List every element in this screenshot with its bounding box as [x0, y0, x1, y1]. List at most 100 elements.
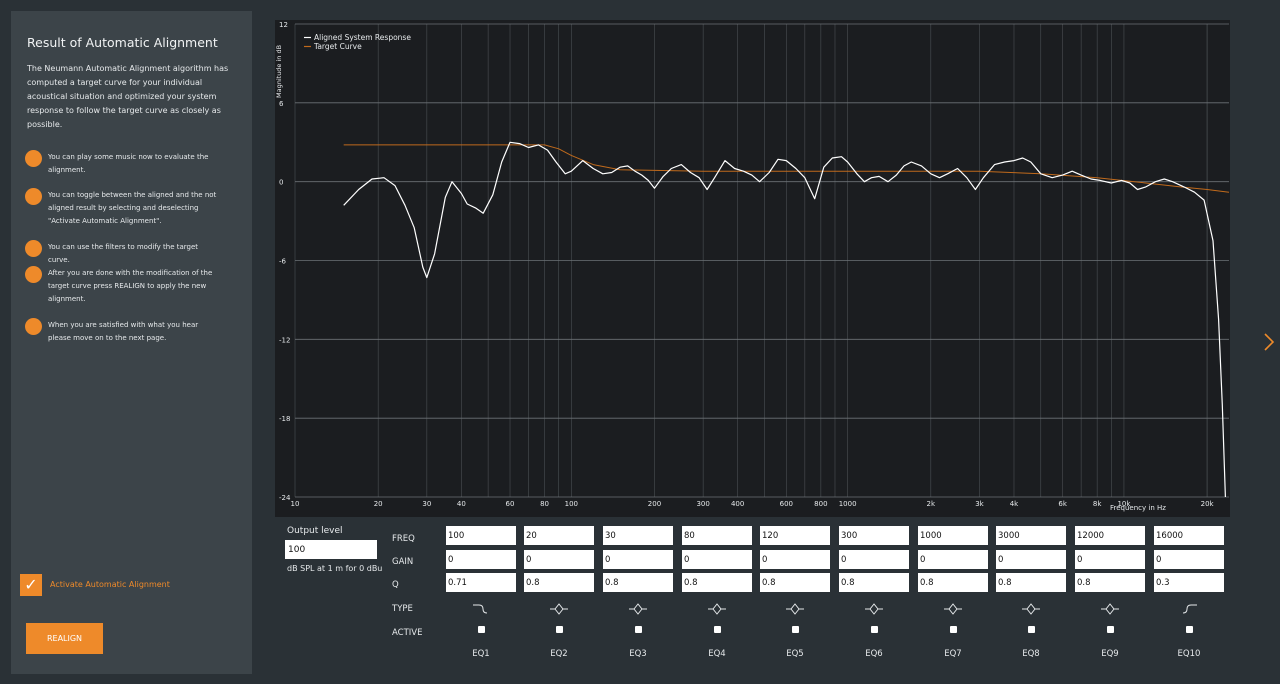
eq-freq-input[interactable]	[446, 526, 516, 545]
eq-q-input[interactable]	[446, 573, 516, 592]
eq-q-input[interactable]	[682, 573, 752, 592]
tip-text: You can toggle between the aligned and t…	[48, 191, 217, 225]
eq-q-input[interactable]	[524, 573, 594, 592]
eq-gain-input[interactable]	[446, 550, 516, 569]
x-tick-label: 400	[731, 500, 744, 508]
y-tick-label: 6	[279, 100, 284, 108]
eq-active-checkbox[interactable]	[478, 626, 485, 633]
eq-q-input[interactable]	[996, 573, 1066, 592]
peak-icon[interactable]	[864, 602, 884, 616]
sidebar-description: The Neumann Automatic Alignment algorith…	[27, 64, 229, 129]
eq-q-input[interactable]	[1075, 573, 1145, 592]
eq-band-name: EQ5	[786, 649, 804, 659]
low-shelf-icon[interactable]	[471, 602, 491, 616]
eq-gain-input[interactable]	[682, 550, 752, 569]
eq-gain-input[interactable]	[1075, 550, 1145, 569]
eq-band-name: EQ9	[1101, 649, 1119, 659]
x-tick-label: 8k	[1093, 500, 1102, 508]
eq-active-checkbox[interactable]	[1186, 626, 1193, 633]
eq-gain-input[interactable]	[760, 550, 830, 569]
eq-q-input[interactable]	[918, 573, 988, 592]
eq-q-input[interactable]	[839, 573, 909, 592]
sidebar-title: Result of Automatic Alignment	[27, 35, 218, 50]
output-level-label: Output level	[287, 526, 343, 536]
x-tick-label: 2k	[927, 500, 936, 508]
orange-bullet-icon	[25, 318, 42, 335]
peak-icon[interactable]	[628, 602, 648, 616]
orange-bullet-icon	[25, 240, 42, 257]
x-tick-label: 300	[696, 500, 709, 508]
output-level-input[interactable]	[285, 540, 377, 559]
type-row-label: TYPE	[392, 604, 413, 614]
eq-gain-input[interactable]	[918, 550, 988, 569]
eq-active-checkbox[interactable]	[950, 626, 957, 633]
eq-band-10: EQ10	[1154, 526, 1224, 666]
x-tick-label: 200	[648, 500, 661, 508]
eq-freq-input[interactable]	[1154, 526, 1224, 545]
eq-gain-input[interactable]	[603, 550, 673, 569]
eq-freq-input[interactable]	[682, 526, 752, 545]
eq-freq-input[interactable]	[603, 526, 673, 545]
eq-q-input[interactable]	[760, 573, 830, 592]
freq-row-label: FREQ	[392, 534, 415, 544]
eq-freq-input[interactable]	[524, 526, 594, 545]
legend-label: Aligned System Response	[314, 33, 411, 42]
eq-band-1: EQ1	[446, 526, 516, 666]
legend-label: Target Curve	[313, 42, 362, 51]
x-tick-label: 40	[457, 500, 466, 508]
eq-active-checkbox[interactable]	[556, 626, 563, 633]
eq-gain-input[interactable]	[524, 550, 594, 569]
realign-button[interactable]: REALIGN	[26, 623, 103, 654]
gain-row-label: GAIN	[392, 557, 414, 567]
peak-icon[interactable]	[943, 602, 963, 616]
x-tick-label: 60	[506, 500, 515, 508]
activate-alignment-label[interactable]: Activate Automatic Alignment	[50, 580, 170, 589]
eq-band-7: EQ7	[918, 526, 988, 666]
eq-q-input[interactable]	[603, 573, 673, 592]
eq-active-checkbox[interactable]	[1028, 626, 1035, 633]
frequency-response-plot: 1260-6-12-18-2410 20 30 40 60 80 100 200 300 400 6…	[275, 21, 1230, 512]
eq-active-checkbox[interactable]	[871, 626, 878, 633]
tip-text: When you are satisfied with what you hea…	[48, 321, 199, 342]
x-tick-label: 10	[291, 500, 300, 508]
tip-text: You can play some music now to evaluate …	[48, 153, 209, 174]
x-tick-label: 80	[540, 500, 549, 508]
eq-band-name: EQ4	[708, 649, 726, 659]
output-level-unit: dB SPL at 1 m for 0 dBu	[287, 564, 383, 573]
eq-gain-input[interactable]	[996, 550, 1066, 569]
eq-active-checkbox[interactable]	[635, 626, 642, 633]
tip-text: You can use the filters to modify the ta…	[48, 243, 199, 264]
x-tick-label: 800	[814, 500, 827, 508]
tip-text: After you are done with the modification…	[48, 269, 213, 303]
x-tick-label: 1000	[839, 500, 857, 508]
eq-q-input[interactable]	[1154, 573, 1224, 592]
eq-active-checkbox[interactable]	[1107, 626, 1114, 633]
eq-band-name: EQ10	[1177, 649, 1201, 659]
peak-icon[interactable]	[1021, 602, 1041, 616]
eq-active-checkbox[interactable]	[792, 626, 799, 633]
eq-band-5: EQ5	[760, 526, 830, 666]
eq-gain-input[interactable]	[1154, 550, 1224, 569]
high-shelf-icon[interactable]	[1179, 602, 1199, 616]
eq-band-4: EQ4	[682, 526, 752, 666]
eq-freq-input[interactable]	[996, 526, 1066, 545]
peak-icon[interactable]	[1100, 602, 1120, 616]
eq-freq-input[interactable]	[1075, 526, 1145, 545]
orange-bullet-icon	[25, 188, 42, 205]
eq-freq-input[interactable]	[839, 526, 909, 545]
eq-gain-input[interactable]	[839, 550, 909, 569]
eq-band-name: EQ7	[944, 649, 962, 659]
eq-freq-input[interactable]	[918, 526, 988, 545]
peak-icon[interactable]	[549, 602, 569, 616]
frequency-response-chart: 12 6 0 -6 -12 -18 -24 10 20 30 40 60 80 100 200 300 400 6…	[275, 20, 1230, 517]
chevron-right-icon[interactable]	[1261, 330, 1277, 354]
activate-alignment-checkbox[interactable]: ✓	[20, 574, 42, 596]
y-tick-label: -18	[279, 415, 290, 423]
eq-freq-input[interactable]	[760, 526, 830, 545]
peak-icon[interactable]	[707, 602, 727, 616]
x-axis-label: Frequency in Hz	[1110, 504, 1166, 512]
eq-band-name: EQ1	[472, 649, 490, 659]
eq-active-checkbox[interactable]	[714, 626, 721, 633]
peak-icon[interactable]	[785, 602, 805, 616]
y-tick-label: 0	[279, 179, 283, 187]
